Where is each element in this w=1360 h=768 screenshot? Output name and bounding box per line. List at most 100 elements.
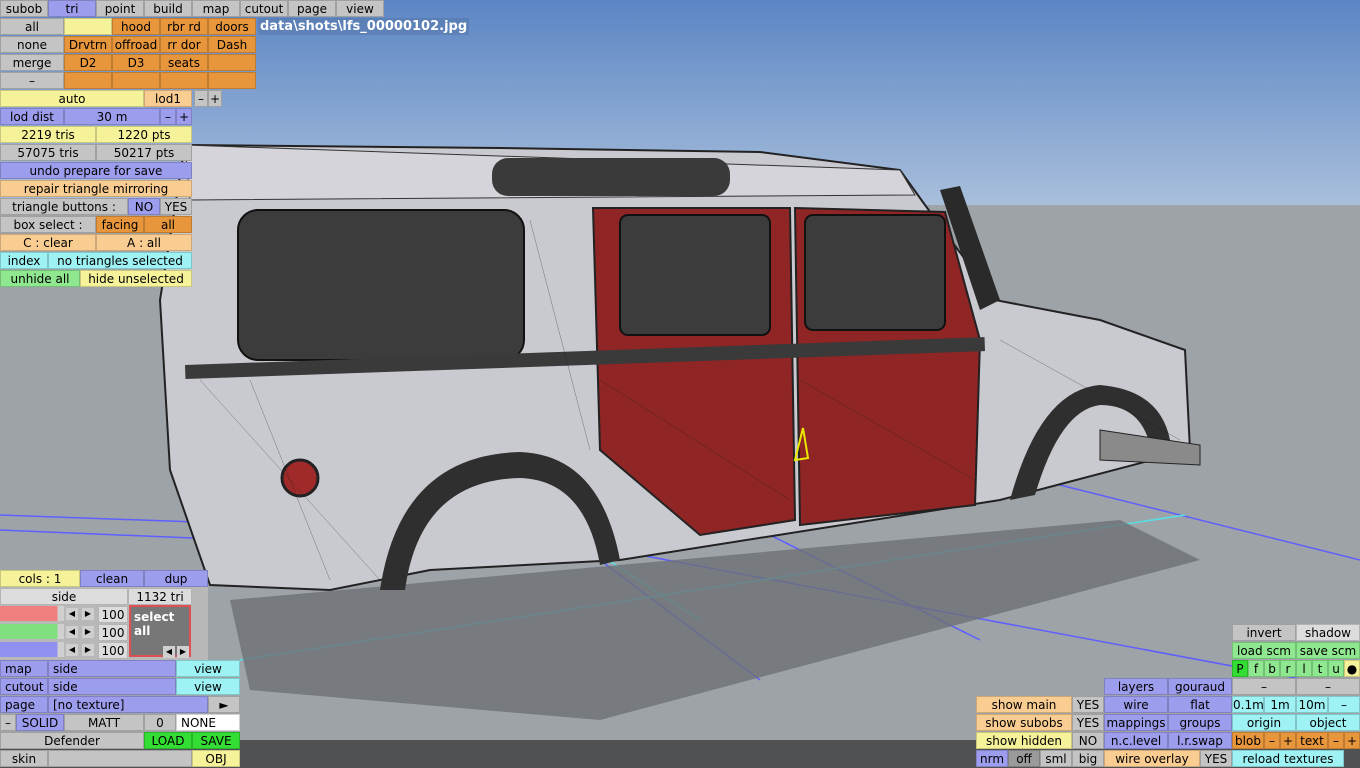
view-r-button[interactable]: r [1280, 660, 1296, 677]
menu-point[interactable]: point [96, 0, 144, 17]
select-none-button[interactable]: none [0, 36, 64, 53]
material-none-value[interactable]: NONE [176, 714, 240, 731]
view-f-button[interactable]: f [1248, 660, 1264, 677]
page-value[interactable]: [no texture] [48, 696, 208, 713]
dist-1m-button[interactable]: 1m [1264, 696, 1296, 713]
index-button[interactable]: index [0, 252, 48, 269]
group-rbr-rd-button[interactable]: rbr rd [160, 18, 208, 35]
show-main-toggle[interactable]: YES [1072, 696, 1104, 713]
group-doors-button[interactable]: doors [208, 18, 256, 35]
dist-10m-button[interactable]: 10m [1296, 696, 1328, 713]
undo-prepare-button[interactable]: undo prepare for save [0, 162, 192, 179]
lod-dist-plus-button[interactable]: + [176, 108, 192, 125]
preview-left-arrow-icon[interactable]: ◀ [163, 646, 175, 658]
lod-plus-button[interactable]: + [208, 90, 222, 107]
wire-overlay-toggle[interactable]: YES [1200, 750, 1232, 767]
normals-sml-button[interactable]: sml [1040, 750, 1072, 767]
page-next-arrow-icon[interactable]: ► [208, 696, 240, 713]
clean-button[interactable]: clean [80, 570, 144, 587]
reload-textures-button[interactable]: reload textures [1232, 750, 1344, 767]
box-select-facing[interactable]: facing [96, 216, 144, 233]
dash-button-1[interactable]: – [1232, 678, 1296, 695]
group-d2-button[interactable]: D2 [64, 54, 112, 71]
wire-button[interactable]: wire [1104, 696, 1168, 713]
groups-button[interactable]: groups [1168, 714, 1232, 731]
nc-level-button[interactable]: n.c.level [1104, 732, 1168, 749]
shadow-button[interactable]: shadow [1296, 624, 1360, 641]
save-scm-button[interactable]: save scm [1296, 642, 1360, 659]
red-value[interactable]: 100 [98, 606, 128, 623]
origin-button[interactable]: origin [1232, 714, 1296, 731]
normals-nrm-button[interactable]: nrm [976, 750, 1008, 767]
model-name[interactable]: Defender [0, 732, 144, 749]
lod-auto-button[interactable]: auto [0, 90, 144, 107]
green-left-arrow-icon[interactable]: ◀ [66, 626, 78, 638]
group-seats-button[interactable]: seats [160, 54, 208, 71]
triangle-buttons-yes[interactable]: YES [160, 198, 192, 215]
menu-view[interactable]: view [336, 0, 384, 17]
group-hood-button[interactable]: hood [112, 18, 160, 35]
menu-tri[interactable]: tri [48, 0, 96, 17]
all-shortcut-button[interactable]: A : all [96, 234, 192, 251]
lod-minus-button[interactable]: – [194, 90, 208, 107]
repair-mirroring-button[interactable]: repair triangle mirroring [0, 180, 192, 197]
green-value[interactable]: 100 [98, 624, 128, 641]
hide-unselected-button[interactable]: hide unselected [80, 270, 192, 287]
text-button[interactable]: text [1296, 732, 1328, 749]
dash-button-2[interactable]: – [1296, 678, 1360, 695]
dist-minus-button[interactable]: – [1328, 696, 1360, 713]
blue-slider[interactable] [0, 642, 64, 657]
cutout-value[interactable]: side [48, 678, 176, 695]
lod-dist-value[interactable]: 30 m [64, 108, 160, 125]
blue-value[interactable]: 100 [98, 642, 128, 659]
load-scm-button[interactable]: load scm [1232, 642, 1296, 659]
red-slider[interactable] [0, 606, 64, 621]
view-p-button[interactable]: P [1232, 660, 1248, 677]
save-button[interactable]: SAVE [192, 732, 240, 749]
view-l-button[interactable]: l [1296, 660, 1312, 677]
layers-button[interactable]: layers [1104, 678, 1168, 695]
show-subobs-toggle[interactable]: YES [1072, 714, 1104, 731]
blue-right-arrow-icon[interactable]: ▶ [82, 644, 94, 656]
text-plus-button[interactable]: + [1344, 732, 1360, 749]
group-empty-button-4[interactable] [160, 72, 208, 89]
view-b-button[interactable]: b [1264, 660, 1280, 677]
green-slider[interactable] [0, 624, 64, 639]
clear-shortcut-button[interactable]: C : clear [0, 234, 96, 251]
group-rr-dor-button[interactable]: rr dor [160, 36, 208, 53]
menu-subob[interactable]: subob [0, 0, 48, 17]
menu-build[interactable]: build [144, 0, 192, 17]
group-offroad-button[interactable]: offroad [112, 36, 160, 53]
menu-page[interactable]: page [288, 0, 336, 17]
matt-button[interactable]: MATT [64, 714, 144, 731]
minus-button[interactable]: – [0, 72, 64, 89]
flat-button[interactable]: flat [1168, 696, 1232, 713]
cutout-view-button[interactable]: view [176, 678, 240, 695]
text-minus-button[interactable]: – [1328, 732, 1344, 749]
group-drvtrn-button[interactable]: Drvtrn [64, 36, 112, 53]
blue-left-arrow-icon[interactable]: ◀ [66, 644, 78, 656]
merge-button[interactable]: merge [0, 54, 64, 71]
obj-button[interactable]: OBJ [192, 750, 240, 767]
view-dot-icon[interactable]: ● [1344, 660, 1360, 677]
material-minus-button[interactable]: – [0, 714, 16, 731]
solid-button[interactable]: SOLID [16, 714, 64, 731]
group-blank-button[interactable] [64, 18, 112, 35]
skin-value[interactable] [48, 750, 192, 767]
unhide-all-button[interactable]: unhide all [0, 270, 80, 287]
lr-swap-button[interactable]: l.r.swap [1168, 732, 1232, 749]
menu-cutout[interactable]: cutout [240, 0, 288, 17]
dist-0-1m-button[interactable]: 0.1m [1232, 696, 1264, 713]
blob-plus-button[interactable]: + [1280, 732, 1296, 749]
lod-dist-minus-button[interactable]: – [160, 108, 176, 125]
load-button[interactable]: LOAD [144, 732, 192, 749]
red-right-arrow-icon[interactable]: ▶ [82, 608, 94, 620]
group-dash-button[interactable]: Dash [208, 36, 256, 53]
normals-off-button[interactable]: off [1008, 750, 1040, 767]
blob-minus-button[interactable]: – [1264, 732, 1280, 749]
lod-level-button[interactable]: lod1 [144, 90, 192, 107]
group-empty-button-5[interactable] [208, 72, 256, 89]
group-d3-button[interactable]: D3 [112, 54, 160, 71]
group-empty-button-1[interactable] [208, 54, 256, 71]
mappings-button[interactable]: mappings [1104, 714, 1168, 731]
